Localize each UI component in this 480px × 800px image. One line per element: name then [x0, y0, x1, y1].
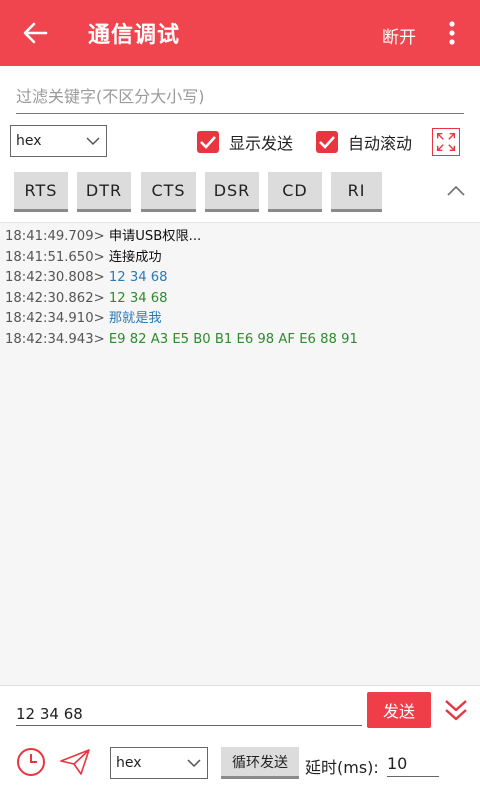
send-plane-icon[interactable] [59, 747, 91, 777]
back-arrow-icon[interactable] [20, 18, 50, 48]
chevron-up-icon[interactable] [446, 184, 466, 198]
log-message-sent: 12 34 68 [108, 270, 168, 286]
log-line: 18:42:34.943> E9 82 A3 E5 B0 B1 E6 98 AF… [0, 330, 480, 351]
show-send-checkbox[interactable]: 显示发送 [197, 129, 293, 155]
clock-icon[interactable] [16, 747, 46, 777]
double-chevron-down-icon[interactable] [443, 697, 469, 723]
log-timestamp: 18:42:30.862> [5, 290, 105, 306]
cd-button[interactable]: CD [268, 172, 322, 212]
log-line: 18:42:30.862> 12 34 68 [0, 289, 480, 310]
disconnect-button[interactable]: 断开 [382, 23, 416, 48]
log-line: 18:42:30.808> 12 34 68 [0, 268, 480, 289]
loop-send-button[interactable]: 循环发送 [221, 747, 299, 779]
log-message-sent: 那就是我 [108, 311, 162, 327]
send-format-value: hex [116, 755, 142, 771]
log-timestamp: 18:42:34.943> [5, 331, 105, 347]
log-line: 18:41:49.709> 申请USB权限... [0, 227, 480, 248]
app-bar: 通信调试 断开 [0, 0, 480, 66]
delay-field [387, 751, 439, 777]
show-send-label: 显示发送 [229, 134, 294, 153]
send-button[interactable]: 发送 [367, 692, 431, 728]
delay-label: 延时(ms): [305, 758, 379, 777]
chevron-down-icon [86, 137, 100, 146]
auto-scroll-checkbox[interactable]: 自动滚动 [316, 129, 412, 155]
delay-input[interactable] [387, 751, 439, 775]
dtr-button[interactable]: DTR [77, 172, 131, 212]
auto-scroll-label: 自动滚动 [348, 134, 413, 153]
filter-field [16, 80, 464, 114]
log-timestamp: 18:42:34.910> [5, 311, 105, 327]
log-message: 申请USB权限... [108, 229, 202, 244]
log-message: 连接成功 [108, 249, 162, 265]
display-format-value: hex [16, 133, 42, 149]
rts-button[interactable]: RTS [14, 172, 68, 212]
page-title: 通信调试 [88, 23, 181, 48]
send-input[interactable] [16, 698, 362, 724]
more-vert-icon[interactable] [444, 20, 460, 46]
chevron-down-icon [187, 759, 201, 768]
log-timestamp: 18:42:30.808> [5, 270, 105, 286]
log-timestamp: 18:41:51.650> [5, 249, 105, 265]
log-message-received: E9 82 A3 E5 B0 B1 E6 98 AF E6 88 91 [108, 331, 358, 347]
log-timestamp: 18:41:49.709> [5, 229, 105, 244]
display-format-select[interactable]: hex [10, 125, 107, 157]
ri-button[interactable]: RI [331, 172, 382, 212]
checkbox-checked-icon [197, 131, 219, 153]
send-format-select[interactable]: hex [110, 747, 208, 779]
fullscreen-icon[interactable] [432, 128, 460, 156]
dsr-button[interactable]: DSR [205, 172, 259, 212]
log-message-received: 12 34 68 [108, 290, 168, 306]
log-line: 18:41:51.650> 连接成功 [0, 248, 480, 269]
cts-button[interactable]: CTS [141, 172, 196, 212]
log-panel[interactable]: 18:41:49.709> 申请USB权限... 18:41:51.650> 连… [0, 222, 480, 686]
filter-input[interactable] [16, 80, 464, 112]
send-field [16, 698, 362, 726]
log-line: 18:42:34.910> 那就是我 [0, 309, 480, 330]
checkbox-checked-icon [316, 131, 338, 153]
